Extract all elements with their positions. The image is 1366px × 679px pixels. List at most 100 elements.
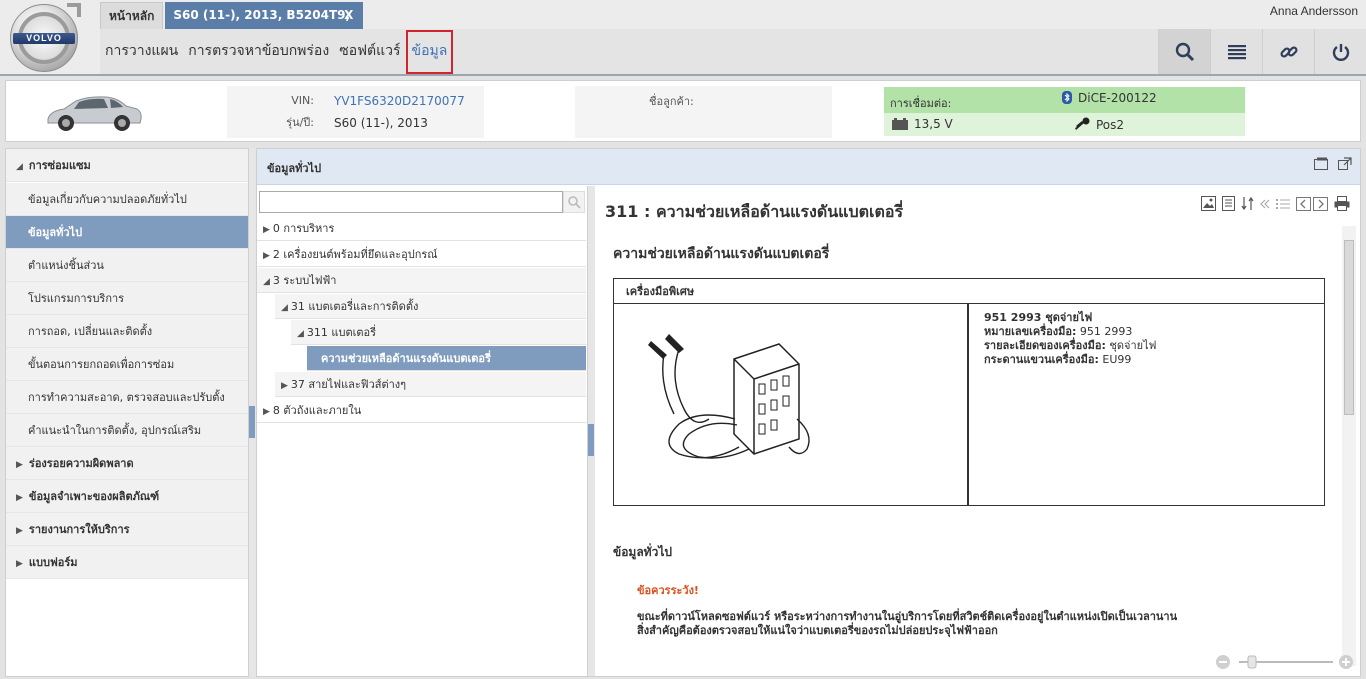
main-nav: การวางแผน การตรวจหาข้อบกพร่อง ซอฟต์แวร์ … [100, 29, 1162, 74]
dice-status[interactable]: DiCE-200122 [1062, 91, 1157, 105]
user-name[interactable]: Anna Andersson [1270, 4, 1358, 18]
sidebar-item-label: ข้อมูลจำเพาะของผลิตภัณฑ์ [28, 490, 160, 503]
tree-node-label: 311 แบตเตอรี่ [306, 326, 377, 339]
nav-diagnostics[interactable]: การตรวจหาข้อบกพร่อง [183, 29, 334, 74]
print-icon[interactable] [1334, 196, 1350, 211]
vin-link[interactable]: YV1FS6320D2170077 [334, 90, 465, 112]
restore-window-icon[interactable] [1314, 157, 1328, 170]
sort-icon[interactable] [1241, 196, 1254, 211]
tree-node[interactable]: ▶ 2 เครื่องยนต์พร้อมที่ยึดและอุปกรณ์ [257, 242, 586, 267]
sidebar-item-specifications[interactable]: ▶ ข้อมูลจำเพาะของผลิตภัณฑ์ [6, 480, 248, 513]
caret-right-icon: ▶ [281, 381, 288, 391]
bluetooth-icon [1062, 91, 1072, 104]
nav-planning[interactable]: การวางแผน [100, 29, 183, 74]
sidebar-item-removal-steps[interactable]: ขั้นตอนการยกถอดเพื่อการซ่อม [6, 348, 248, 381]
caret-right-icon: ▶ [16, 559, 23, 569]
special-tools-table: เครื่องมือพิเศษ 951 2993 ชุดจ่ายไฟ หมายเ… [613, 278, 1325, 506]
search-icon [1175, 42, 1194, 61]
section-heading: ข้อมูลทั่วไป [613, 545, 672, 559]
tree-node-label: 37 สายไฟและฟิวส์ต่างๆ [290, 378, 407, 391]
table-header: เครื่องมือพิเศษ [614, 279, 1324, 304]
tool-info: 951 2993 ชุดจ่ายไฟ หมายเลขเครื่องมือ: 95… [984, 311, 1156, 367]
caret-right-icon: ▶ [263, 251, 270, 261]
tree-node-label: 31 แบตเตอรี่และการติดตั้ง [290, 300, 419, 313]
model-value: S60 (11-), 2013 [334, 116, 428, 130]
logo-text: VOLVO [13, 33, 75, 44]
power-button[interactable] [1314, 29, 1366, 74]
sidebar-item-forms[interactable]: ▶ แบบฟอร์ม [6, 546, 248, 579]
nav-information[interactable]: ข้อมูล [405, 29, 454, 74]
scrollbar-thumb[interactable] [1344, 240, 1354, 415]
customer-panel: ชื่อลูกค้า: [575, 86, 832, 138]
list-view-icon[interactable] [1276, 198, 1290, 210]
sidebar-item-label: ร่องรอยความผิดพลาด [28, 457, 134, 470]
tool-image-cell [614, 304, 969, 505]
vehicle-id-panel: VIN: YV1FS6320D2170077 รุ่น/ปี: S60 (11-… [227, 86, 484, 138]
tree-node-selected[interactable]: ความช่วยเหลือด้านแรงดันแบตเตอรี่ [307, 346, 586, 371]
sidebar-item-service-program[interactable]: โปรแกรมการบริการ [6, 282, 248, 315]
sidebar-item-install-accessories[interactable]: คำแนะนำในการติดตั้ง, อุปกรณ์เสริม [6, 414, 248, 447]
list-icon [1227, 44, 1246, 59]
battery-icon [892, 118, 908, 130]
dice-name: DiCE-200122 [1078, 91, 1157, 105]
sidebar-item-fault-traces[interactable]: ▶ ร่องรอยความผิดพลาด [6, 447, 248, 480]
panel-title: ข้อมูลทั่วไป [267, 162, 322, 175]
volvo-logo[interactable]: VOLVO [10, 3, 81, 72]
key-position: Pos2 [1074, 117, 1124, 132]
sidebar-item-repair[interactable]: ◢ การซ่อมแซม [6, 149, 248, 182]
sidebar-resize-handle[interactable] [249, 148, 256, 677]
tree-node-label: 0 การบริหาร [272, 222, 335, 235]
tab-vehicle[interactable]: S60 (11-), 2013, B5204T9, T... X [165, 2, 364, 49]
tool-board-row: กระดานแขวนเครื่องมือ: EU99 [984, 353, 1156, 367]
tree-node-label: 8 ตัวถังและภายใน [272, 404, 362, 417]
close-icon[interactable]: X [344, 2, 353, 29]
voltage-row: 13,5 V Pos2 [884, 113, 1245, 136]
tree-search-input[interactable] [259, 191, 563, 213]
nav-software[interactable]: ซอฟต์แวร์ [334, 29, 405, 74]
tree-resize-handle[interactable] [588, 186, 595, 676]
caret-down-icon: ◢ [297, 329, 304, 339]
sidebar-item-safety[interactable]: ข้อมูลเกี่ยวกับความปลอดภัยทั่วไป [6, 183, 248, 216]
tree-node[interactable]: ▶ 0 การบริหาร [257, 216, 586, 241]
first-page-icon[interactable] [1260, 199, 1270, 209]
tree-search-button[interactable] [563, 191, 585, 213]
tree-node[interactable]: ◢ 31 แบตเตอรี่และการติดตั้ง [275, 294, 586, 319]
tool-board-value: EU99 [1102, 353, 1132, 366]
vehicle-info-bar: VIN: YV1FS6320D2170077 รุ่น/ปี: S60 (11-… [5, 80, 1361, 142]
zoom-slider[interactable] [1215, 653, 1355, 671]
document-title: 311 : ความช่วยเหลือด้านแรงดันแบตเตอรี่ [605, 202, 904, 221]
voltage-value: 13,5 V [914, 117, 953, 131]
tree-node[interactable]: ◢ 3 ระบบไฟฟ้า [257, 268, 586, 293]
tree-node[interactable]: ▶ 37 สายไฟและฟิวส์ต่างๆ [275, 372, 586, 397]
image-icon[interactable] [1201, 196, 1216, 211]
sidebar-item-replace-install[interactable]: การถอด, เปลี่ยนและติดตั้ง [6, 315, 248, 348]
prev-next-icon[interactable] [1296, 196, 1328, 211]
popout-icon[interactable] [1338, 157, 1352, 170]
tree-node[interactable]: ◢ 311 แบตเตอรี่ [291, 320, 586, 345]
search-icon [568, 196, 581, 209]
panel-header-tools [1314, 157, 1352, 170]
sidebar-item-label: รายงานการให้บริการ [28, 523, 130, 536]
tab-home[interactable]: หน้าหลัก [100, 2, 164, 29]
warning-text-line: ขณะที่ดาวน์โหลดซอฟต์แวร์ หรือระหว่างการท… [637, 610, 1178, 623]
position-value: Pos2 [1096, 118, 1125, 132]
collapse-grip-icon[interactable] [249, 406, 255, 438]
document-icon[interactable] [1222, 196, 1235, 211]
vin-label: VIN: [291, 94, 314, 107]
tree-node[interactable]: ▶ 8 ตัวถังและภายใน [257, 398, 586, 423]
warning-label: ข้อควรระวัง! [637, 584, 699, 597]
search-button[interactable] [1158, 29, 1210, 74]
sidebar-item-component-location[interactable]: ตำแหน่งชิ้นส่วน [6, 249, 248, 282]
caret-down-icon: ◢ [263, 277, 270, 287]
sidebar-item-service-reports[interactable]: ▶ รายงานการให้บริการ [6, 513, 248, 546]
sidebar-item-general-info[interactable]: ข้อมูลทั่วไป [6, 216, 248, 249]
document-scrollbar[interactable] [1342, 226, 1356, 666]
collapse-grip-icon[interactable] [588, 424, 594, 456]
sidebar-item-clean-adjust[interactable]: การทำความสะอาด, ตรวจสอบและปรับตั้ง [6, 381, 248, 414]
list-button[interactable] [1210, 29, 1262, 74]
tool-detail-label: รายละเอียดของเครื่องมือ: [984, 339, 1106, 352]
link-button[interactable] [1262, 29, 1314, 74]
connection-row: การเชื่อมต่อ: DiCE-200122 [884, 87, 1245, 113]
connection-panel: การเชื่อมต่อ: DiCE-200122 13,5 V Pos2 [884, 87, 1245, 136]
document-body: ความช่วยเหลือด้านแรงดันแบตเตอรี่ เครื่อง… [595, 226, 1340, 666]
